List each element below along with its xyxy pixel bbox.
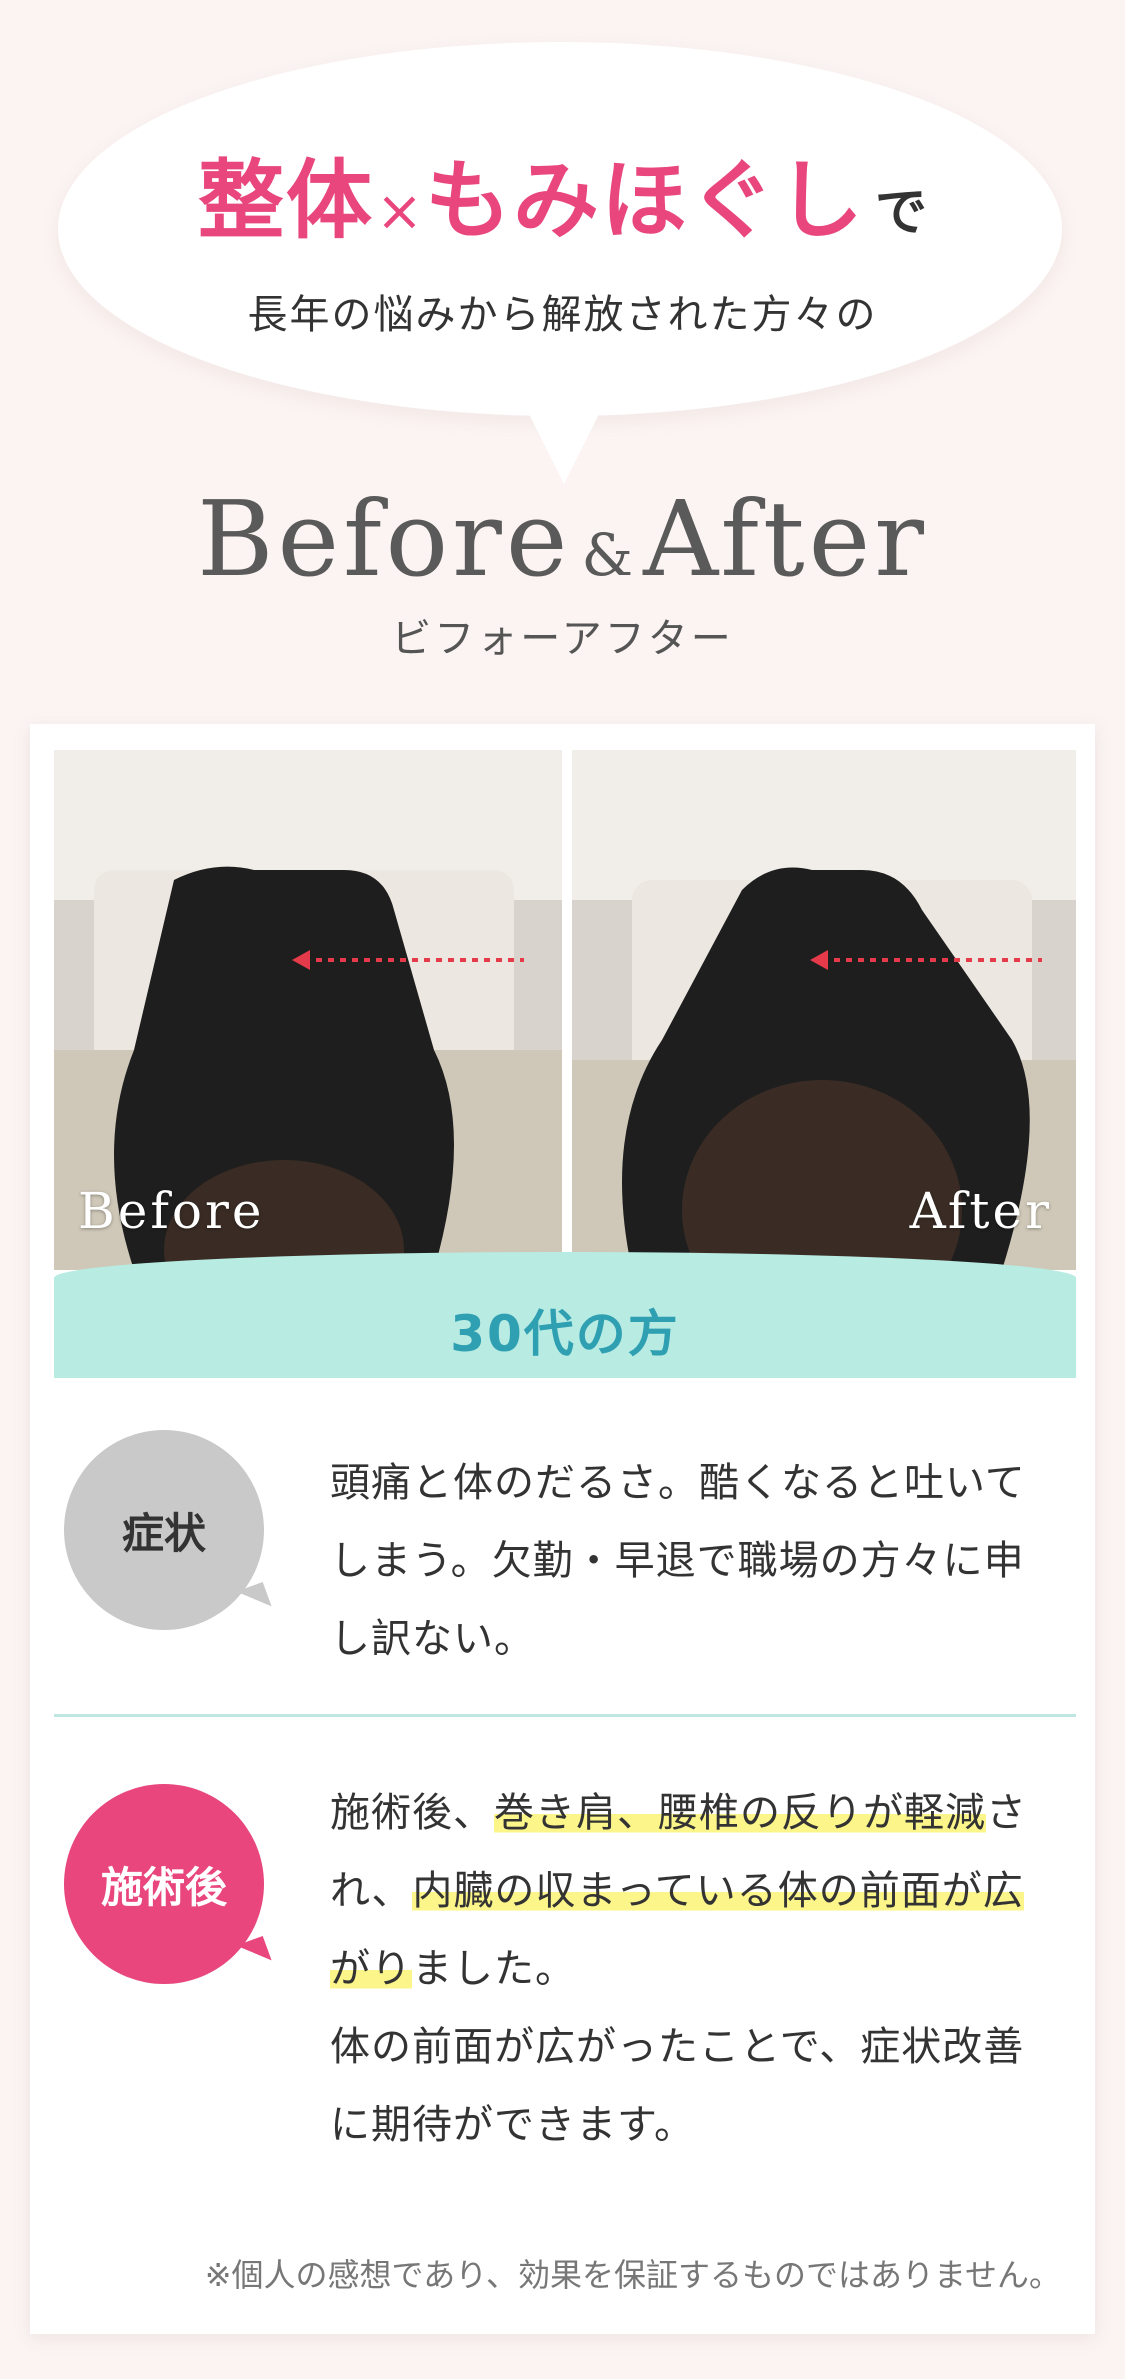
after-treatment-text: 施術後、巻き肩、腰椎の反りが軽減され、内臓の収まっている体の前面が広がりました。… [330, 1774, 1060, 2164]
title-after: After [643, 478, 928, 600]
after-photo-label: After [909, 1182, 1052, 1240]
after-treatment-text-1: 施術後、 [330, 1790, 494, 1836]
after-photo: After [572, 750, 1076, 1270]
age-band: 30代の方 [54, 1252, 1076, 1378]
headline-seitai: 整体 [198, 151, 375, 251]
headline-suffix: で [874, 183, 927, 243]
title-before: Before [197, 478, 572, 600]
before-photo-label: Before [78, 1182, 265, 1240]
after-treatment-tag: 施術後 [64, 1784, 264, 1984]
symptom-tag-label: 症状 [121, 1508, 206, 1558]
speech-bubble-tail [522, 400, 606, 484]
before-after-title: Before &After [0, 478, 1125, 600]
case-card: Before After 30代の方 症状 頭痛と体のだるさ。酷くなると吐いてし… [30, 724, 1095, 2334]
after-treatment-highlight-1: 巻き肩、腰椎の反りが軽減 [494, 1790, 986, 1836]
symptom-tag: 症状 [64, 1430, 264, 1630]
headline-subline: 長年の悩みから解放された方々の [247, 292, 878, 338]
title-kana: ビフォーアフター [391, 616, 734, 662]
headline-momihogushi: もみほぐし [424, 151, 865, 251]
after-treatment-tag-label: 施術後 [100, 1862, 227, 1912]
before-photo: Before [54, 750, 562, 1270]
after-treatment-text-4: 体の前面が広がったことで、症状改善に期待ができます。 [330, 2024, 1025, 2148]
after-treatment-text-3: ました。 [412, 1946, 576, 1992]
divider [54, 1714, 1076, 1717]
disclaimer: ※個人の感想であり、効果を保証するものではありません。 [204, 2256, 1061, 2294]
headline: 整体×もみほぐしで [0, 130, 1125, 255]
age-label: 30代の方 [450, 1305, 680, 1363]
headline-times: × [376, 179, 423, 244]
symptom-text: 頭痛と体のだるさ。酷くなると吐いてしまう。欠勤・早退で職場の方々に申し訳ない。 [330, 1460, 1026, 1662]
title-ampersand: & [581, 521, 634, 589]
